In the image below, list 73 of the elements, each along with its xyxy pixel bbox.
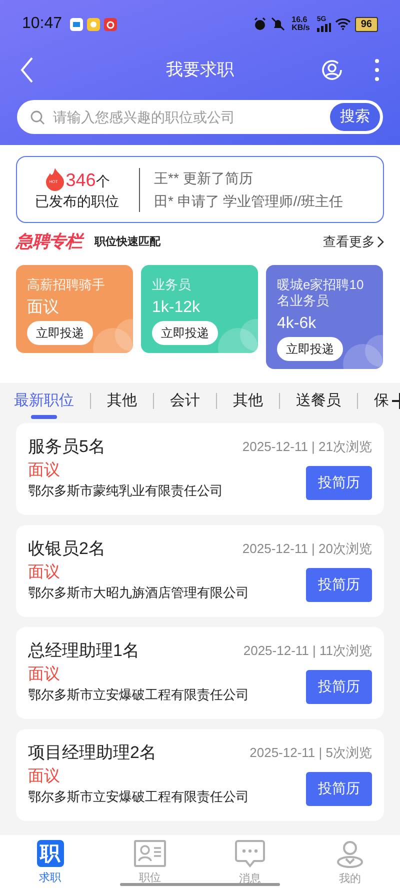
stats-label: 已发布的职位 [35,192,119,211]
send-resume-button[interactable]: 投简历 [306,772,372,806]
promo-title: 业务员 [152,277,192,293]
job-meta: 2025-12-11 | 11次浏览 [243,642,372,660]
nav-glyph-icon: 职 [36,840,64,867]
job-card[interactable]: 项目经理助理2名 2025-12-11 | 5次浏览 面议 鄂尔多斯市立安爆破工程有限责任公司 投简历 [16,729,384,821]
job-promo-card[interactable]: 暖城e家招聘10名业务员 4k-6k 立即投递 [266,265,383,369]
apply-now-button[interactable]: 立即投递 [27,321,93,345]
send-resume-button[interactable]: 投简历 [306,568,372,602]
job-title: 服务员5名 [28,436,106,458]
search-button[interactable]: 搜索 [330,103,380,131]
company-name: 鄂尔多斯市蒙纯乳业有限责任公司 [28,482,223,500]
job-salary: 面议 [28,766,61,786]
activity-text: 田* 申请了 学业管理师//班主任 [154,192,344,210]
app-icon [87,18,100,30]
apply-now-button[interactable]: 立即投递 [277,337,343,361]
category-tab[interactable]: 送餐员 [296,390,341,412]
search-input[interactable]: 请输入您感兴趣的职位或公司 [53,106,330,128]
promo-salary: 面议 [27,298,60,318]
section-title: 急聘专栏 [16,231,82,254]
battery-indicator: 96 [354,16,378,32]
hot-flame-icon [44,167,66,191]
search-icon [30,110,45,124]
promo-salary: 1k-12k [152,298,202,318]
job-promo-card[interactable]: 高薪招聘骑手 面议 立即投递 [16,265,133,353]
job-count: 346 [66,169,96,191]
nav-tab[interactable]: 职 求职 [0,840,100,886]
job-title: 总经理助理1名 [28,640,140,662]
company-name: 鄂尔多斯市大昭九旃酒店管理有限公司 [28,584,249,602]
more-icon[interactable] [374,58,380,82]
network-speed: 16.6 [292,16,308,24]
job-title: 收银员2名 [28,538,106,560]
job-salary: 面议 [28,460,61,480]
job-card[interactable]: 服务员5名 2025-12-11 | 21次浏览 面议 鄂尔多斯市蒙纯乳业有限责任公司 投简历 [16,423,384,515]
job-promo-card[interactable]: 业务员 1k-12k 立即投递 [141,265,258,353]
app-icon [104,18,118,30]
signal-icon [316,23,331,32]
job-card[interactable]: 总经理助理1名 2025-12-11 | 11次浏览 面议 鄂尔多斯市立安爆破工程有限责任公司 投简历 [16,627,384,719]
bell-off-icon [270,17,285,31]
promo-title: 高薪招聘骑手 [27,277,106,293]
view-more-link[interactable]: 查看更多 [323,232,384,252]
job-meta: 2025-12-11 | 5次浏览 [250,744,372,762]
job-card[interactable]: 收银员2名 2025-12-11 | 20次浏览 面议 鄂尔多斯市大昭九旃酒店管理有限公司 投简历 [16,525,384,617]
category-tab[interactable]: 会计 [170,390,200,412]
job-salary: 面议 [28,664,61,684]
wifi-icon [334,18,351,30]
category-tab[interactable]: 其他 [233,390,263,412]
count-unit: 个 [96,172,110,191]
search-bar[interactable]: 请输入您感兴趣的职位或公司 搜索 [17,100,383,134]
company-name: 鄂尔多斯市立安爆破工程有限责任公司 [28,686,249,704]
page-title: 我要求职 [166,59,234,82]
job-meta: 2025-12-11 | 21次浏览 [242,438,372,456]
job-title: 项目经理助理2名 [28,742,156,764]
send-resume-button[interactable]: 投简历 [306,670,372,704]
alarm-icon [252,17,267,31]
category-tab[interactable]: 保 [374,390,389,412]
back-icon[interactable] [20,57,34,83]
app-icon [70,18,84,30]
job-salary: 面议 [28,562,61,582]
job-meta: 2025-12-11 | 20次浏览 [242,540,372,558]
activity-text: 王** 更新了简历 [154,168,254,188]
send-resume-button[interactable]: 投简历 [306,466,372,500]
promo-title: 暖城e家招聘10名业务员 [277,277,365,309]
section-subtitle: 职位快速匹配 [94,234,160,250]
category-tab[interactable]: 最新职位 [14,390,74,419]
user-switch-icon[interactable] [320,58,344,82]
apply-now-button[interactable]: 立即投递 [152,321,218,345]
chevron-right-icon [377,236,384,248]
company-name: 鄂尔多斯市立安爆破工程有限责任公司 [28,788,249,806]
category-tab[interactable]: 其他 [107,390,137,412]
promo-salary: 4k-6k [277,314,318,334]
clock: 10:47 [22,14,62,34]
speed-unit: KB/s [292,24,310,32]
